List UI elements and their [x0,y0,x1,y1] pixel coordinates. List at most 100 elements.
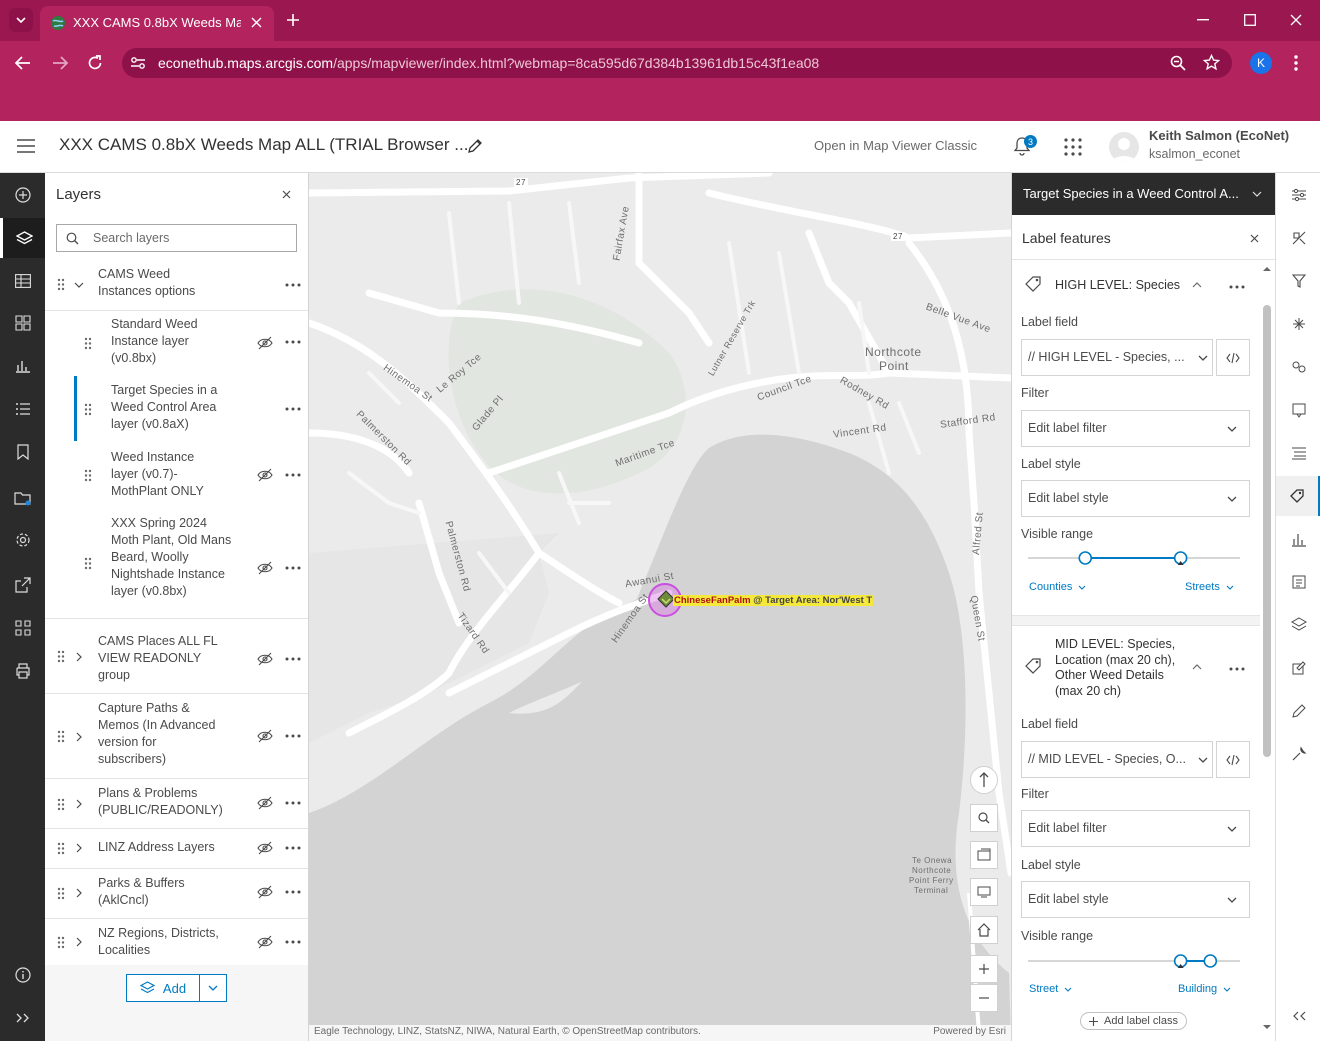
map-properties-button[interactable] [0,520,45,560]
drag-handle-icon[interactable] [84,557,92,570]
close-icon[interactable] [1250,234,1259,243]
range-min-handle[interactable] [1078,551,1093,565]
drag-handle-icon[interactable] [57,730,65,743]
scroll-down-icon[interactable] [1263,1025,1271,1030]
chevron-up-icon[interactable] [1192,664,1202,670]
chevron-right-icon[interactable] [74,732,84,742]
profile-avatar[interactable]: K [1250,52,1272,74]
visibility-off-icon[interactable] [257,729,273,743]
home-button[interactable] [970,916,998,944]
visibility-off-icon[interactable] [257,885,273,899]
chevron-down-icon[interactable] [74,280,84,290]
layers-button[interactable] [0,218,45,258]
zoom-icon[interactable] [1170,55,1186,71]
label-filter-select[interactable]: Edit label filter [1021,810,1250,847]
sublayer-weed-instance-mothplant[interactable]: Weed Instance layer (v0.7)- MothPlant ON… [45,443,308,509]
forward-arrow-icon[interactable] [52,56,68,70]
drag-handle-icon[interactable] [84,469,92,482]
close-icon[interactable] [282,190,291,199]
chevron-right-icon[interactable] [74,652,84,662]
visibility-off-icon[interactable] [257,561,273,575]
more-options-icon[interactable] [1229,666,1245,672]
edit-pencil-icon[interactable] [467,138,483,154]
layer-group-parks-buffers[interactable]: Parks & Buffers (AklCncl) [45,869,308,919]
fields-button[interactable] [1276,433,1320,473]
charts-button[interactable] [0,346,45,386]
chevron-right-icon[interactable] [74,888,84,898]
add-layer-dropdown[interactable] [200,975,226,1001]
label-style-select[interactable]: Edit label style [1021,881,1250,918]
label-field-select[interactable]: // HIGH LEVEL - Species, ... [1021,339,1213,376]
visible-range-slider[interactable] [1028,547,1240,569]
layer-group-cams-places[interactable]: CAMS Places ALL FL VIEW READONLY group [45,619,308,694]
browser-tab[interactable]: XXX CAMS 0.8bX Weeds Map A [40,6,274,41]
settings-tools-button[interactable] [1276,734,1320,774]
about-button[interactable] [0,955,45,995]
drag-handle-icon[interactable] [84,337,92,350]
more-options-icon[interactable] [285,472,301,478]
drag-handle-icon[interactable] [57,887,65,900]
aggregation-button[interactable] [1276,347,1320,387]
chevron-right-icon[interactable] [74,937,84,947]
collapse-toolbar-button[interactable] [1276,996,1320,1036]
user-name[interactable]: Keith Salmon (EcoNet) [1149,128,1289,143]
range-max-select[interactable]: Streets [1185,581,1234,593]
sublayer-standard-weed[interactable]: Standard Weed Instance layer (v0.8bx) [45,311,308,376]
more-options-icon[interactable] [285,733,301,739]
more-options-icon[interactable] [285,282,301,288]
more-options-icon[interactable] [285,800,301,806]
chevron-right-icon[interactable] [74,799,84,809]
charts-button-right[interactable] [1276,519,1320,559]
powered-by-esri[interactable]: Powered by Esri [933,1026,1006,1037]
analysis-button[interactable] [1276,605,1320,645]
app-launcher-icon[interactable] [1063,137,1083,157]
visibility-off-icon[interactable] [257,652,273,666]
edit-button[interactable] [1276,691,1320,731]
drag-handle-icon[interactable] [57,278,65,291]
sketch-button[interactable] [1276,648,1320,688]
tables-button[interactable] [0,261,45,301]
add-layer-button[interactable]: Add [127,975,199,1001]
visibility-off-icon[interactable] [257,468,273,482]
bookmark-star-icon[interactable] [1203,54,1220,71]
url-field[interactable]: econethub.maps.arcgis.com/apps/mapviewer… [122,48,1232,78]
more-options-icon[interactable] [285,406,301,412]
basemap-button[interactable] [0,303,45,343]
forms-button[interactable] [1276,562,1320,602]
fullscreen-button[interactable] [970,878,998,906]
selected-layer-header[interactable]: Target Species in a Weed Control A... [1012,173,1275,215]
drag-handle-icon[interactable] [57,936,65,949]
visibility-off-icon[interactable] [257,841,273,855]
zoom-in-button[interactable] [970,955,998,983]
scroll-up-icon[interactable] [1263,266,1271,271]
layer-group-linz-address[interactable]: LINZ Address Layers [45,829,308,869]
user-avatar[interactable] [1109,132,1139,162]
drag-handle-icon[interactable] [57,842,65,855]
properties-button[interactable] [1276,175,1320,215]
legend-button[interactable] [0,389,45,429]
print-button[interactable] [0,651,45,691]
more-options-icon[interactable] [285,656,301,662]
label-filter-select[interactable]: Edit label filter [1021,410,1250,447]
locate-button[interactable] [970,841,998,869]
label-style-select[interactable]: Edit label style [1021,480,1250,517]
popups-button[interactable] [1276,390,1320,430]
panel-scrollbar[interactable] [1262,263,1272,1035]
more-options-icon[interactable] [1229,284,1245,290]
layer-group-weed-instances[interactable]: CAMS Weed Instances options [45,260,308,311]
open-classic-link[interactable]: Open in Map Viewer Classic [814,138,977,153]
drag-handle-icon[interactable] [57,650,65,663]
range-min-select[interactable]: Street [1029,983,1072,995]
filter-button[interactable] [1276,261,1320,301]
visibility-off-icon[interactable] [257,336,273,350]
range-min-select[interactable]: Counties [1029,581,1086,593]
saved-content-button[interactable] [0,478,45,518]
layer-group-nz-regions[interactable]: NZ Regions, Districts, Localities [45,919,308,965]
visibility-off-icon[interactable] [257,796,273,810]
browser-menu-icon[interactable] [1294,55,1298,71]
chevron-up-icon[interactable] [1192,282,1202,288]
expand-toolbar-button[interactable] [0,998,45,1038]
add-label-class-button[interactable]: Add label class [1080,1012,1187,1030]
expression-button[interactable] [1216,741,1250,778]
reload-icon[interactable] [87,55,103,71]
